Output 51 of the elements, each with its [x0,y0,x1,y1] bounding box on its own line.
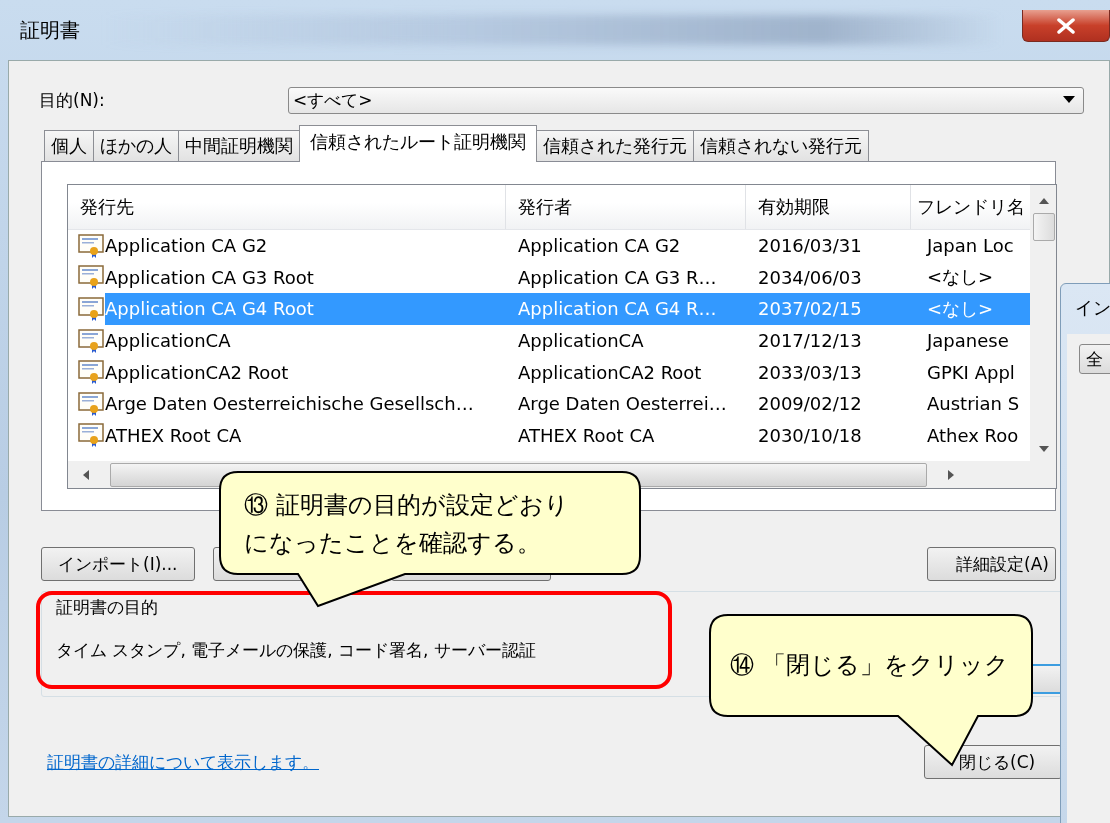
table-cell[interactable]: ApplicationCA2 Root [105,361,289,383]
table-cell: 2033/03/13 [758,361,862,383]
callout-text: ⑬ 証明書の目的が設定どおり [244,490,569,521]
table-cell: GPKI Appl [927,361,1015,383]
tab[interactable]: ほかの人 [93,130,179,161]
button[interactable]: インポート(I)... [41,547,195,581]
details-link[interactable]: 証明書の詳細について表示します。 [47,750,319,774]
tab[interactable]: 信頼されたルート証明機関 [299,125,537,162]
tab[interactable]: 信頼されない発行元 [693,130,869,161]
window-title: イン [1075,296,1110,320]
button[interactable]: 全 [1079,344,1110,374]
table-cell[interactable]: Application CA G3 Root [105,266,314,288]
table-cell: ApplicationCA [518,330,644,352]
table-cell[interactable]: Application CA G2 [105,235,268,257]
purpose-text: タイム スタンプ, 電子メールの保護, コード署名, サーバー認証 [56,639,536,662]
purpose-dropdown[interactable]: <すべて> [288,86,1084,114]
table-cell: <なし> [927,297,994,321]
column-header[interactable]: フレンドリ名 [911,185,1030,229]
table-cell: 2034/06/03 [758,266,862,288]
table-cell: <なし> [927,265,994,290]
callout-text: になったことを確認する。 [244,528,541,559]
table-cell: 2009/02/12 [758,393,862,415]
column-header[interactable]: 発行者 [506,185,746,229]
table-cell[interactable]: Arge Daten Oesterreichische Gesellsch… [105,393,474,415]
table-cell[interactable]: ATHEX Root CA [105,424,242,446]
table-cell: ATHEX Root CA [518,424,655,446]
table-cell: Arge Daten Oesterrei… [518,393,727,415]
purpose-label: 目的(N): [39,88,106,112]
table-cell: ApplicationCA2 Root [518,361,702,383]
tab[interactable]: 信頼された発行元 [536,130,694,161]
table-cell: Application CA G4 R… [518,298,717,320]
table-cell: 2030/10/18 [758,424,862,446]
tab[interactable]: 中間証明機関 [178,130,300,161]
column-header[interactable]: 有効期限 [746,185,911,229]
table-cell: Application CA G2 [518,235,681,257]
tab[interactable]: 個人 [44,130,94,161]
column-header[interactable]: 発行先 [68,185,506,229]
button[interactable]: 詳細設定(A) [927,547,1056,581]
window-title: 証明書 [20,16,80,44]
close-button[interactable]: 閉じる(C) [924,745,1062,779]
table-cell: 2037/02/15 [758,298,862,320]
table-cell: Application CA G3 R… [518,266,717,288]
table-cell: Austrian S [927,393,1020,415]
table-cell: Athex Roo [927,424,1019,446]
table-cell: 2016/03/31 [758,235,862,257]
group-title: 証明書の目的 [56,596,158,619]
table-cell: Japan Loc [927,235,1014,257]
table-cell: Japanese [927,330,1009,352]
table-cell[interactable]: ApplicationCA [105,330,231,352]
callout-text: ⑭ 「閉じる」をクリック [730,650,1009,681]
table-cell: 2017/12/13 [758,330,862,352]
